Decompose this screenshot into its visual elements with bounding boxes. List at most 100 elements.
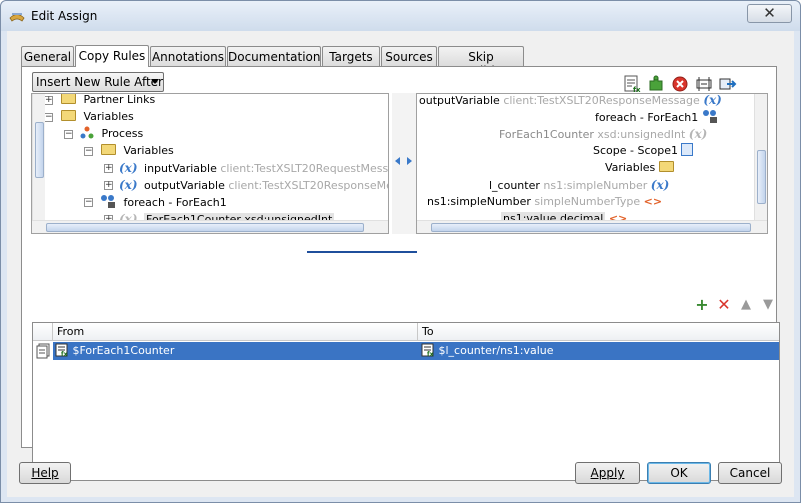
table-corner (33, 323, 53, 341)
move-down-icon[interactable]: ▼ (760, 297, 776, 313)
collapse-icon[interactable]: − (84, 147, 93, 156)
title-bar[interactable]: Edit Assign ✕ (1, 1, 800, 31)
tree-node-type: xsd:unsignedInt (597, 128, 686, 141)
variable-icon: (x) (650, 178, 670, 192)
chevron-down-icon (151, 79, 159, 84)
tree-node-label: Scope - Scope1 (593, 144, 678, 157)
xpath-icon: fx (55, 343, 68, 358)
foreach-icon (702, 110, 717, 123)
scroll-thumb[interactable] (757, 150, 766, 204)
variable-icon: (x) (688, 127, 708, 141)
delete-icon[interactable] (671, 75, 689, 93)
target-tree-vscroll[interactable] (754, 94, 767, 220)
tree-node-inputvariable[interactable]: + (x) inputVariable client:TestXSLT20Req… (104, 160, 388, 176)
tab-targets[interactable]: Targets (322, 46, 380, 66)
tree-node-process-variables[interactable]: − Variables (84, 143, 174, 159)
variable-icon: (x) (703, 93, 722, 107)
tree-node-variables[interactable]: − Variables (44, 109, 134, 125)
copy-rules-panel: Insert New Rule After fx + Partner Links… (21, 66, 780, 481)
rule-to-cell[interactable]: fx $l_counter/ns1:value (421, 342, 554, 360)
target-tree-hscroll[interactable] (417, 220, 767, 233)
rule-from-cell[interactable]: fx $ForEach1Counter (55, 342, 174, 360)
tree-node-scope-variables[interactable]: Variables (605, 160, 674, 176)
edit-assign-dialog: Edit Assign ✕ General Copy Rules Annotat… (0, 0, 801, 503)
bulk-copy-icon[interactable] (719, 75, 737, 93)
cancel-button[interactable]: Cancel (718, 462, 782, 484)
scroll-thumb[interactable] (431, 223, 751, 232)
ok-button[interactable]: OK (647, 462, 711, 484)
expression-builder-icon[interactable] (695, 75, 713, 93)
table-row[interactable]: fx $ForEach1Counter fx $l_counter/ns1:va… (53, 342, 779, 360)
row-header-icon (36, 343, 50, 359)
delete-rule-icon[interactable]: ✕ (716, 297, 732, 313)
column-header-from[interactable]: From (53, 323, 418, 341)
expand-icon[interactable]: + (104, 181, 113, 190)
collapse-icon[interactable]: − (84, 198, 93, 207)
tab-annotations[interactable]: Annotations (150, 46, 226, 66)
scroll-thumb[interactable] (46, 223, 364, 232)
arrow-left-icon[interactable] (395, 157, 400, 165)
tree-node-l-counter[interactable]: l_counter ns1:simpleNumber (x) (489, 177, 669, 193)
folder-icon (61, 94, 76, 104)
tree-node-foreach1counter[interactable]: ForEach1Counter xsd:unsignedInt (x) (499, 126, 707, 142)
splitter[interactable] (392, 93, 416, 234)
tree-node-process[interactable]: − Process (64, 126, 143, 142)
add-rule-icon[interactable]: + (694, 297, 710, 313)
source-tree-hscroll[interactable] (32, 220, 388, 233)
folder-open-icon (101, 144, 116, 155)
apply-button[interactable]: Apply (575, 462, 640, 484)
scroll-thumb[interactable] (35, 122, 44, 178)
tree-node-scope[interactable]: Scope - Scope1 (593, 143, 694, 159)
tab-general[interactable]: General (21, 46, 74, 66)
tree-node-simplenumber[interactable]: ns1:simpleNumber simpleNumberType <> (427, 194, 662, 210)
tree-node-label: outputVariable (144, 179, 225, 192)
tab-skip-condition[interactable]: Skip Condition (438, 46, 524, 78)
xml-fragment-icon[interactable] (647, 75, 665, 93)
move-up-icon[interactable]: ▲ (738, 297, 754, 313)
scope-icon (681, 143, 694, 156)
target-tree[interactable]: outputVariable client:TestXSLT20Response… (416, 93, 768, 234)
copy-rules-table[interactable]: From To fx $ForEach1Counter fx $l_counte… (32, 322, 780, 481)
tree-node-type: simpleNumberType (534, 195, 641, 208)
expand-icon[interactable]: + (104, 164, 113, 173)
rule-insert-select-value: Insert New Rule After (36, 75, 163, 89)
expand-icon[interactable]: + (44, 96, 53, 105)
tree-node-outputvariable[interactable]: outputVariable client:TestXSLT20Response… (419, 93, 722, 108)
tab-copy-rules[interactable]: Copy Rules (75, 45, 149, 67)
assign-activity-icon (9, 13, 25, 22)
tree-node-type: client:TestXSLT20ResponseMessage (228, 179, 388, 192)
collapse-icon[interactable]: − (64, 130, 73, 139)
help-button[interactable]: Help (19, 462, 71, 484)
rule-insert-select[interactable]: Insert New Rule After (32, 72, 164, 92)
tree-node-foreach[interactable]: foreach - ForEach1 (595, 109, 718, 125)
rule-from-text: $ForEach1Counter (72, 344, 175, 357)
svg-text:fx: fx (61, 351, 68, 357)
tab-sources[interactable]: Sources (381, 46, 437, 66)
tree-node-label: Variables (605, 161, 656, 174)
folder-open-icon (658, 161, 674, 172)
column-header-to[interactable]: To (418, 323, 779, 341)
tree-node-partner-links[interactable]: + Partner Links (44, 94, 155, 108)
tree-node-foreach[interactable]: − foreach - ForEach1 (84, 194, 227, 210)
tree-node-label: foreach - ForEach1 (123, 196, 227, 209)
window-title: Edit Assign (31, 9, 98, 23)
tree-node-label: ns1:simpleNumber (427, 195, 531, 208)
tree-node-label: inputVariable (144, 162, 217, 175)
process-icon (80, 126, 94, 139)
tree-node-outputvariable[interactable]: + (x) outputVariable client:TestXSLT20Re… (104, 177, 388, 193)
folder-open-icon (61, 110, 76, 121)
tree-node-label: Variables (123, 144, 174, 157)
source-tree-vscroll[interactable] (32, 94, 45, 220)
tree-node-label: Process (101, 127, 144, 140)
collapse-icon[interactable]: − (44, 113, 53, 122)
tab-documentation[interactable]: Documentation (227, 46, 321, 66)
variable-icon: (x) (119, 178, 138, 192)
tree-node-label: foreach - ForEach1 (595, 111, 699, 124)
mapping-link[interactable] (307, 251, 417, 253)
arrow-right-icon[interactable] (407, 157, 412, 165)
variable-icon: (x) (119, 161, 138, 175)
close-button[interactable]: ✕ (747, 4, 792, 23)
source-tree[interactable]: + Partner Links − Variables − Process − … (31, 93, 389, 234)
xpath-icon: fx (421, 343, 434, 358)
xpath-expression-icon[interactable]: fx (623, 75, 641, 93)
